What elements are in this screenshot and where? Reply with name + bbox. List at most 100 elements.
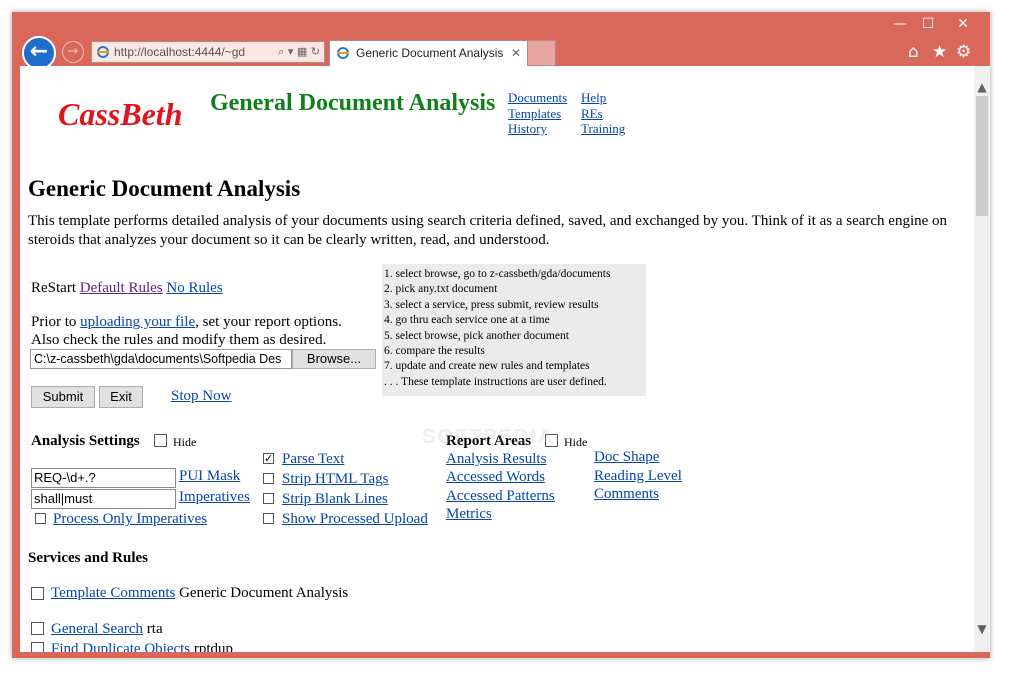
- process-only-checkbox[interactable]: [35, 513, 46, 524]
- scroll-down-icon[interactable]: ▼: [974, 622, 990, 636]
- stop-now-link[interactable]: Stop Now: [171, 388, 231, 405]
- check-rules-text: Also check the rules and modify them as …: [31, 332, 327, 348]
- report-hide-label: Hide: [564, 435, 588, 449]
- find-duplicate-objects-link[interactable]: Find Duplicate Objects: [51, 641, 190, 652]
- address-tools: ⌕ ▾ ▦ ↻: [278, 42, 320, 62]
- strip-blank-checkbox[interactable]: [263, 493, 274, 504]
- comments-link[interactable]: Comments: [594, 486, 659, 503]
- nav-res[interactable]: REs: [581, 106, 603, 122]
- instruction-line: 7. update and create new rules and templ…: [384, 360, 590, 373]
- restart-label: ReStart: [31, 280, 76, 296]
- favorites-star-icon[interactable]: ★: [932, 42, 947, 62]
- service-checkbox[interactable]: [31, 587, 44, 600]
- service-checkbox[interactable]: [31, 622, 44, 635]
- show-processed-upload-link[interactable]: Show Processed Upload: [282, 511, 428, 528]
- strip-html-tags-link[interactable]: Strip HTML Tags: [282, 471, 388, 488]
- maximize-button[interactable]: ☐: [914, 14, 942, 34]
- close-window-button[interactable]: ✕: [947, 14, 979, 34]
- process-only-imperatives-link[interactable]: Process Only Imperatives: [53, 511, 207, 528]
- service-row: Find Duplicate Objects rptdup: [51, 641, 233, 652]
- accessed-patterns-link[interactable]: Accessed Patterns: [446, 488, 555, 505]
- reading-level-link[interactable]: Reading Level: [594, 468, 682, 485]
- forward-button[interactable]: →: [62, 41, 84, 63]
- softpedia-watermark: SOFTPEDIA: [422, 426, 555, 448]
- instruction-line: 6. compare the results: [384, 345, 485, 358]
- service-desc: rta: [146, 621, 163, 637]
- intro-text: This template performs detailed analysis…: [28, 213, 948, 248]
- ie-favicon-icon: [97, 46, 109, 58]
- new-tab-button[interactable]: [528, 40, 556, 66]
- strip-html-checkbox[interactable]: [263, 473, 274, 484]
- service-desc: Generic Document Analysis: [179, 585, 349, 601]
- instruction-line: 2. pick any.txt document: [384, 283, 498, 296]
- dropdown-icon[interactable]: ▾: [288, 45, 294, 58]
- accessed-words-link[interactable]: Accessed Words: [446, 469, 545, 486]
- tab-active[interactable]: Generic Document Analysis ✕: [329, 40, 528, 66]
- scroll-up-icon[interactable]: ▲: [974, 80, 990, 94]
- instruction-line: . . . These template instructions are us…: [384, 375, 607, 388]
- browser-window: — ☐ ✕ ← → http://localhost:4444/~gd ⌕ ▾ …: [12, 12, 990, 658]
- pui-mask-link[interactable]: PUI Mask: [179, 468, 240, 485]
- general-search-link[interactable]: General Search: [51, 621, 143, 637]
- service-checkbox[interactable]: [31, 642, 44, 652]
- nav-training[interactable]: Training: [581, 121, 625, 137]
- vertical-scrollbar[interactable]: ▲ ▼: [974, 66, 990, 652]
- refresh-icon[interactable]: ↻: [311, 45, 320, 58]
- pui-mask-input[interactable]: REQ-\d+.?: [31, 468, 176, 488]
- service-row: General Search rta: [51, 621, 163, 638]
- search-icon[interactable]: ⌕: [278, 45, 284, 58]
- instruction-line: 3. select a service, press submit, revie…: [384, 298, 599, 311]
- page-content: CassBeth General Document Analysis Docum…: [20, 66, 974, 652]
- prior-text-2: , set your report options.: [195, 314, 342, 330]
- restart-row: ReStart Default Rules No Rules: [31, 280, 223, 297]
- analysis-hide-label: Hide: [173, 435, 197, 449]
- ie-favicon-icon: [337, 47, 349, 59]
- page-title: Generic Document Analysis: [28, 176, 301, 201]
- analysis-settings-title: Analysis Settings: [31, 433, 140, 449]
- exit-button[interactable]: Exit: [99, 386, 143, 408]
- arrow-left-icon: ←: [29, 39, 49, 64]
- prior-text-1: Prior to: [31, 314, 77, 330]
- show-processed-checkbox[interactable]: [263, 513, 274, 524]
- instruction-line: 5. select browse, pick another document: [384, 329, 569, 342]
- address-text: http://localhost:4444/~gd: [114, 45, 246, 59]
- tab-title: Generic Document Analysis: [356, 46, 504, 60]
- strip-blank-lines-link[interactable]: Strip Blank Lines: [282, 491, 388, 508]
- app-title: General Document Analysis: [210, 90, 496, 116]
- nav-templates[interactable]: Templates: [508, 106, 561, 122]
- nav-help[interactable]: Help: [581, 90, 606, 106]
- imperatives-link[interactable]: Imperatives: [179, 489, 250, 506]
- template-comments-link[interactable]: Template Comments: [51, 585, 175, 601]
- browse-button[interactable]: Browse...: [292, 349, 376, 369]
- scrollbar-thumb[interactable]: [976, 96, 988, 216]
- services-title: Services and Rules: [28, 550, 148, 566]
- prior-text: Prior to uploading your file, set your r…: [31, 314, 342, 331]
- uploading-file-link[interactable]: uploading your file: [80, 314, 195, 330]
- metrics-link[interactable]: Metrics: [446, 506, 492, 523]
- default-rules-link[interactable]: Default Rules: [80, 280, 163, 296]
- parse-text-checkbox[interactable]: ✓: [263, 453, 274, 464]
- analysis-hide-checkbox[interactable]: [154, 434, 167, 447]
- analysis-results-link[interactable]: Analysis Results: [446, 451, 546, 468]
- tab-close-icon[interactable]: ✕: [511, 41, 521, 65]
- instruction-line: 1. select browse, go to z-cassbeth/gda/d…: [384, 268, 611, 280]
- parse-text-link[interactable]: Parse Text: [282, 451, 344, 468]
- settings-gear-icon[interactable]: ⚙: [956, 42, 971, 62]
- compat-icon[interactable]: ▦: [297, 45, 307, 58]
- nav-history[interactable]: History: [508, 121, 547, 137]
- no-rules-link[interactable]: No Rules: [166, 280, 222, 296]
- imperatives-input[interactable]: shall|must: [31, 489, 176, 509]
- home-icon[interactable]: ⌂: [908, 42, 919, 62]
- minimize-button[interactable]: —: [886, 14, 914, 34]
- back-button[interactable]: ←: [22, 36, 56, 70]
- instructions-box: 1. select browse, go to z-cassbeth/gda/d…: [382, 264, 646, 396]
- instruction-line: 4. go thru each service one at a time: [384, 314, 550, 327]
- arrow-right-icon: →: [67, 44, 79, 59]
- address-bar[interactable]: http://localhost:4444/~gd ⌕ ▾ ▦ ↻: [91, 41, 325, 63]
- nav-documents[interactable]: Documents: [508, 90, 567, 106]
- submit-button[interactable]: Submit: [31, 386, 95, 408]
- file-path-input[interactable]: C:\z-cassbeth\gda\documents\Softpedia De…: [30, 349, 292, 369]
- service-row: Template Comments Generic Document Analy…: [51, 585, 348, 602]
- doc-shape-link[interactable]: Doc Shape: [594, 449, 659, 466]
- logo: CassBeth: [58, 96, 183, 132]
